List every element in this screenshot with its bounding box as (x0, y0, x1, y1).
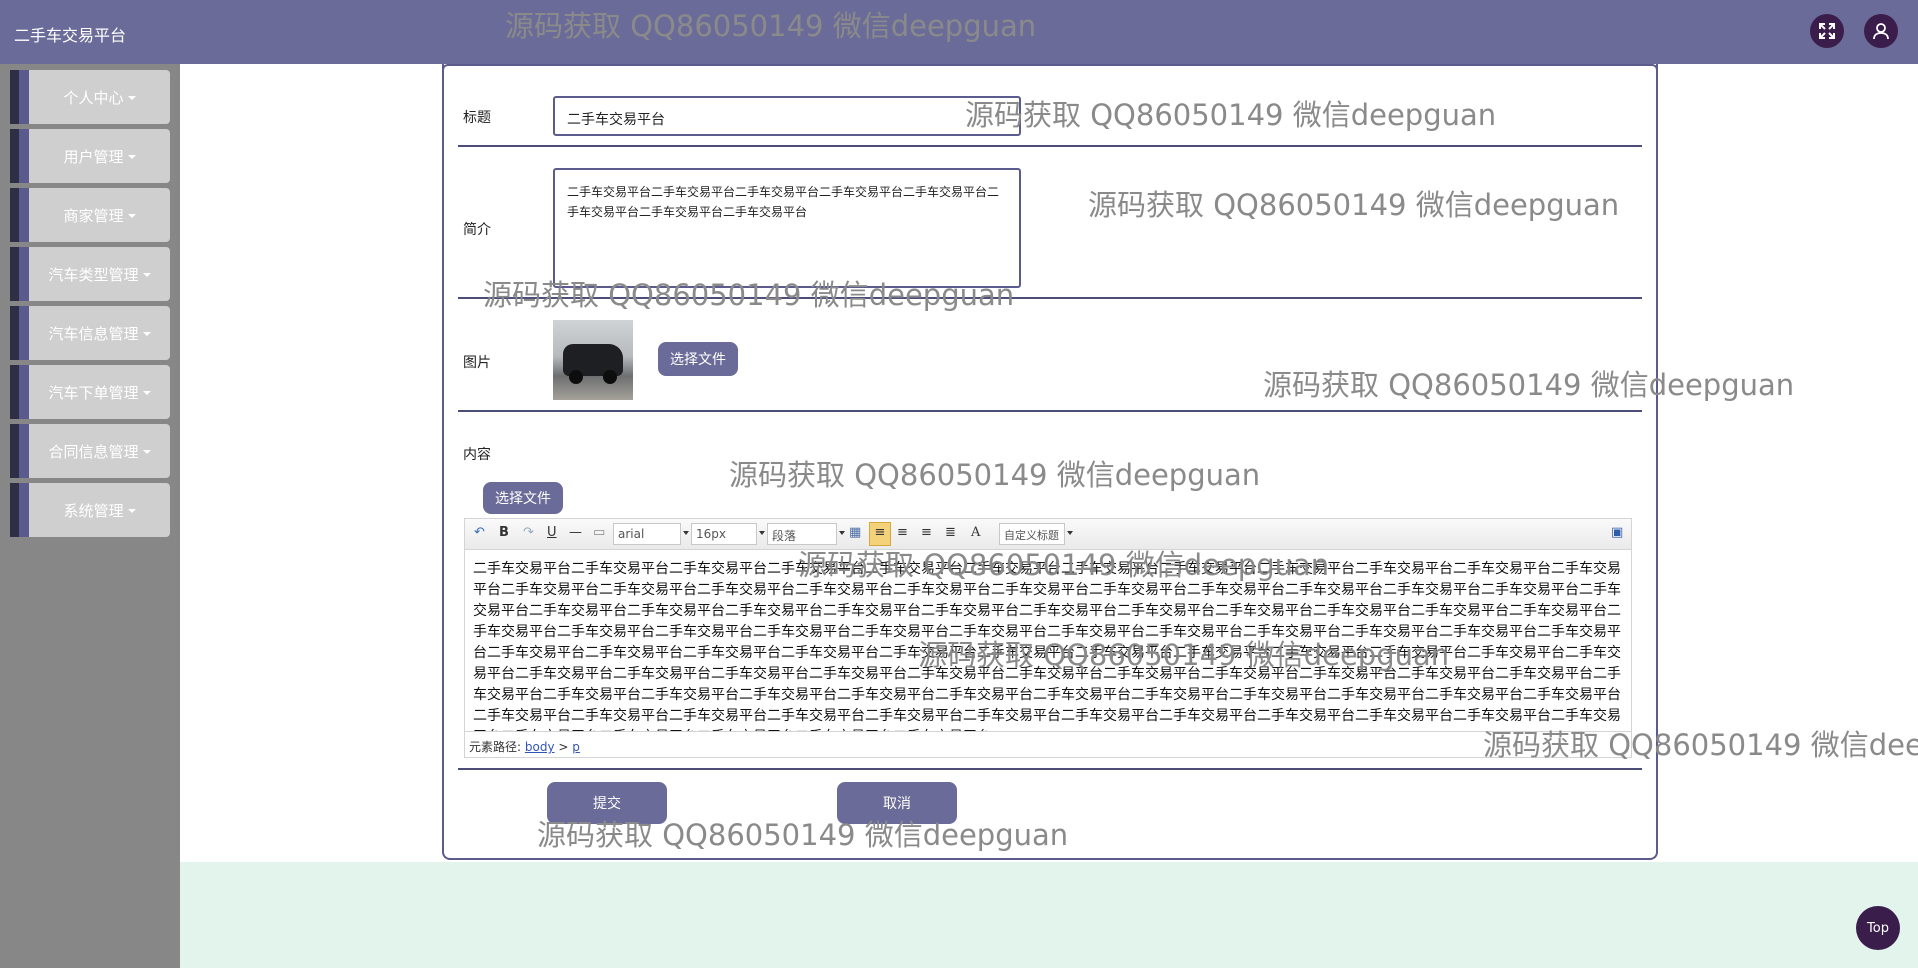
undo-icon[interactable]: ↶ (474, 525, 485, 540)
divider (458, 145, 1642, 147)
intro-label: 简介 (463, 222, 491, 238)
watermark-text: 源码获取 QQ86050149 微信deepguan (1483, 728, 1918, 762)
sidebar-item-label: 汽车下单管理 (48, 383, 139, 402)
sidebar-item-label: 汽车类型管理 (48, 265, 139, 284)
caret-down-icon (142, 273, 151, 277)
sidebar-item-label: 商家管理 (63, 206, 124, 225)
sidebar-item-car-order-management[interactable]: 汽车下单管理 (10, 365, 170, 419)
watermark-text: 源码获取 QQ86050149 微信deepguan (729, 458, 1261, 492)
caret-down-icon (127, 155, 136, 159)
sidebar-item-car-type-management[interactable]: 汽车类型管理 (10, 247, 170, 301)
preview-icon[interactable]: ▣ (1611, 525, 1623, 540)
caret-down-icon (142, 450, 151, 454)
car-image-thumbnail (553, 320, 633, 400)
dropdown-arrow-icon (839, 531, 845, 535)
image-label: 图片 (463, 355, 491, 371)
dropdown-arrow-icon (759, 531, 765, 535)
watermark-text: 源码获取 QQ86050149 微信deepguan (918, 638, 1450, 672)
underline-icon[interactable]: U (547, 525, 557, 540)
caret-down-icon (142, 391, 151, 395)
caret-down-icon (127, 509, 136, 513)
intro-textarea[interactable]: 二手车交易平台二手车交易平台二手车交易平台二手车交易平台二手车交易平台二手车交易… (553, 168, 1021, 288)
custom-title-value: 自定义标题 (1004, 529, 1059, 542)
redo-icon[interactable]: ↷ (523, 525, 534, 540)
paste-icon[interactable]: ▭ (593, 525, 605, 540)
sidebar-item-label: 个人中心 (63, 88, 124, 107)
caret-down-icon (142, 332, 151, 336)
sidebar-item-personal-center[interactable]: 个人中心 (10, 70, 170, 124)
watermark-text: 源码获取 QQ86050149 微信deepguan (1263, 368, 1795, 402)
justify-icon[interactable]: ≣ (945, 525, 956, 540)
element-path-label: 元素路径: (469, 740, 522, 754)
paragraph-value: 段落 (772, 529, 797, 543)
watermark-text: 源码获取 QQ86050149 微信deepguan (537, 818, 1069, 852)
user-icon[interactable] (1864, 14, 1898, 48)
path-separator: > (558, 740, 569, 754)
font-family-select[interactable]: arial (613, 523, 689, 545)
sidebar-item-label: 系统管理 (63, 501, 124, 520)
caret-down-icon (127, 214, 136, 218)
sidebar-item-system-management[interactable]: 系统管理 (10, 483, 170, 537)
bold-icon[interactable]: B (499, 525, 509, 540)
watermark-text: 源码获取 QQ86050149 微信deepguan (483, 278, 1015, 312)
content-label: 内容 (463, 447, 491, 463)
sidebar-item-contract-management[interactable]: 合同信息管理 (10, 424, 170, 478)
font-family-value: arial (618, 527, 645, 541)
dropdown-arrow-icon (683, 531, 689, 535)
app-title: 二手车交易平台 (14, 26, 127, 45)
sidebar-item-car-info-management[interactable]: 汽车信息管理 (10, 306, 170, 360)
title-input[interactable]: 二手车交易平台 (553, 96, 1021, 136)
editor-element-path: 元素路径: body > p (465, 731, 1631, 757)
sidebar-item-merchant-management[interactable]: 商家管理 (10, 188, 170, 242)
align-center-icon[interactable]: ≡ (897, 525, 908, 540)
fullscreen-icon[interactable] (1810, 14, 1844, 48)
path-p-link[interactable]: p (572, 740, 580, 754)
sidebar-item-user-management[interactable]: 用户管理 (10, 129, 170, 183)
path-body-link[interactable]: body (525, 740, 555, 754)
divider (458, 768, 1642, 770)
horizontal-rule-icon[interactable]: — (569, 525, 582, 540)
watermark-text: 源码获取 QQ86050149 微信deepguan (965, 98, 1497, 132)
align-right-icon[interactable]: ≡ (921, 525, 932, 540)
sidebar-item-label: 用户管理 (63, 147, 124, 166)
sidebar-item-label: 合同信息管理 (48, 442, 139, 461)
watermark-text: 源码获取 QQ86050149 微信deepguan (798, 548, 1330, 582)
table-icon[interactable]: ▦ (849, 525, 861, 540)
watermark-text: 源码获取 QQ86050149 微信deepguan (505, 9, 1037, 43)
watermark-text: 源码获取 QQ86050149 微信deepguan (1088, 188, 1620, 222)
choose-image-button[interactable]: 选择文件 (658, 342, 738, 376)
content-choose-file-button[interactable]: 选择文件 (483, 482, 563, 514)
font-size-value: 16px (696, 527, 726, 541)
font-size-select[interactable]: 16px (691, 523, 765, 545)
dropdown-arrow-icon (1067, 531, 1073, 535)
sidebar-item-label: 汽车信息管理 (48, 324, 139, 343)
font-color-icon[interactable]: A (971, 525, 980, 540)
caret-down-icon (127, 96, 136, 100)
sidebar: 个人中心 用户管理 商家管理 汽车类型管理 汽车信息管理 汽车下单管理 合同信息… (0, 64, 180, 968)
back-to-top-button[interactable]: Top (1856, 906, 1900, 950)
divider (458, 410, 1642, 412)
title-label: 标题 (463, 110, 491, 126)
